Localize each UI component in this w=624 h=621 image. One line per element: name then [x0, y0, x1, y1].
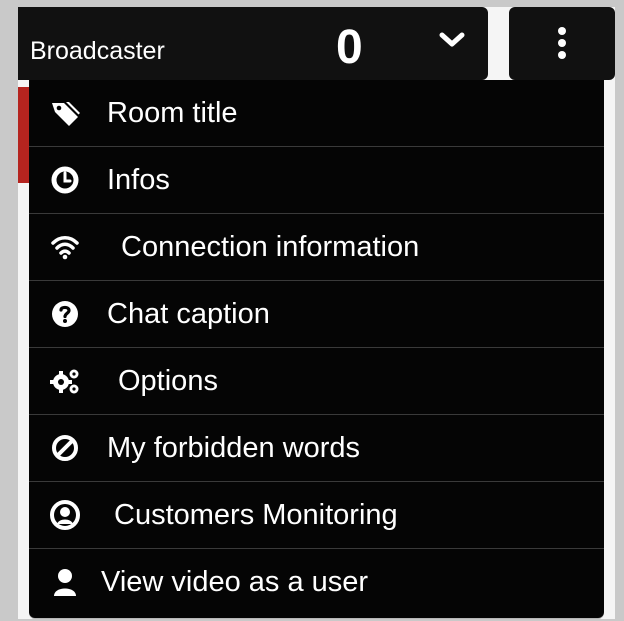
ban-icon	[49, 432, 81, 464]
menu-item-my-forbidden-words[interactable]: My forbidden words	[29, 415, 604, 482]
menu-item-chat-caption[interactable]: Chat caption	[29, 281, 604, 348]
screen: Broadcaster 0 Room title Infos Connectio…	[18, 7, 615, 619]
question-circle-icon	[49, 298, 81, 330]
clock-icon	[49, 164, 81, 196]
menu-label: My forbidden words	[107, 432, 361, 464]
menu-item-customers-monitoring[interactable]: Customers Monitoring	[29, 482, 604, 549]
viewer-count: 0	[336, 21, 363, 74]
menu-item-connection-information[interactable]: Connection information	[29, 214, 604, 281]
broadcaster-header: Broadcaster 0	[18, 7, 488, 80]
broadcaster-label: Broadcaster	[30, 37, 165, 65]
wifi-icon	[49, 231, 81, 263]
more-options-button[interactable]	[509, 7, 615, 80]
menu-item-infos[interactable]: Infos	[29, 147, 604, 214]
user-icon	[49, 566, 81, 598]
menu-label: Options	[118, 365, 218, 397]
menu-label: Infos	[107, 164, 170, 196]
user-circle-icon	[49, 499, 81, 531]
menu-label: View video as a user	[101, 566, 369, 598]
menu-label: Connection information	[121, 231, 420, 263]
chevron-down-icon[interactable]	[438, 32, 466, 50]
menu-label: Chat caption	[107, 298, 270, 330]
menu-item-view-video-as-a-user[interactable]: View video as a user	[29, 549, 604, 616]
tag-icon	[49, 97, 81, 129]
gears-icon	[49, 365, 81, 397]
options-dropdown-menu: Room title Infos Connection information …	[29, 80, 604, 618]
menu-label: Room title	[107, 97, 238, 129]
menu-item-room-title[interactable]: Room title	[29, 80, 604, 147]
vertical-ellipsis-icon	[558, 27, 566, 59]
menu-item-options[interactable]: Options	[29, 348, 604, 415]
menu-label: Customers Monitoring	[114, 499, 398, 531]
